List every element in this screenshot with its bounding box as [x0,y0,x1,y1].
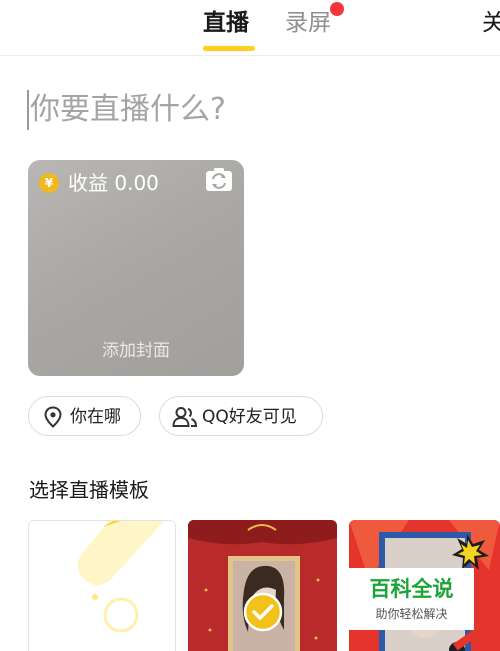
tab-record[interactable]: 录屏 [285,8,331,38]
template-preview-yellow [77,521,164,633]
location-label: 你在哪 [70,407,121,427]
notification-dot [330,2,344,16]
close-button[interactable]: 关 [482,8,500,38]
top-tab-bar: 直播 录屏 关 [0,0,500,56]
coin-icon: ¥ [39,173,59,193]
privacy-chip[interactable]: QQ好友可见 [159,396,323,436]
tab-live[interactable]: 直播 [203,8,249,38]
add-cover-label: 添加封面 [102,341,170,361]
template-section-title: 选择直播模板 [29,478,149,502]
cover-image-picker[interactable]: ¥ 收益 0.00 添加封面 [28,160,244,376]
earnings-label: 收益 0.00 [68,171,159,195]
template-preview-red [188,520,337,651]
text-cursor [27,90,29,130]
watermark-subtitle: 助你轻松解决 [375,607,448,621]
watermark-title: 百科全说 [369,577,454,601]
location-chip[interactable]: 你在哪 [28,396,141,436]
live-title-input[interactable]: 你要直播什么? [30,88,226,132]
privacy-label: QQ好友可见 [202,407,297,427]
watermark-logo: 百科全说 助你轻松解决 [349,568,474,630]
template-card-blank[interactable] [28,520,176,651]
template-card-red[interactable] [188,520,337,651]
friends-icon [172,407,198,427]
switch-camera-icon[interactable] [204,165,234,195]
location-pin-icon [44,406,62,428]
active-tab-indicator [203,46,255,51]
